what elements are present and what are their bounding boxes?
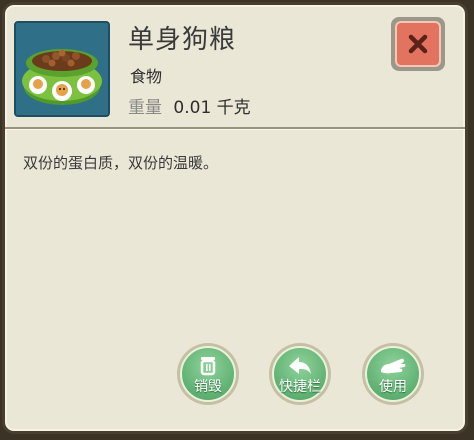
destroy-button[interactable]: 销毁: [177, 343, 239, 405]
use-button-label: 使用: [379, 379, 407, 395]
weight-label: 重量: [128, 98, 162, 118]
quickbar-button-face[interactable]: 快捷栏: [272, 346, 328, 402]
weight-value: 0.01 千克: [173, 98, 251, 118]
trash-icon: [200, 357, 216, 376]
arrow-left-icon: [289, 357, 311, 374]
use-button-face[interactable]: 使用: [365, 346, 421, 402]
item-thumbnail: [14, 21, 110, 117]
hand-icon: [381, 358, 406, 374]
item-name: 单身狗粮: [128, 25, 237, 55]
close-button-face[interactable]: [395, 21, 441, 67]
close-icon: [408, 34, 428, 54]
item-weight: 重量 0.01 千克: [128, 93, 251, 118]
item-description: 双份的蛋白质，双份的温暖。: [23, 154, 219, 172]
header-divider-highlight: [5, 129, 465, 130]
dog-food-bowl-icon: [16, 23, 108, 115]
destroy-button-face[interactable]: 销毁: [180, 346, 236, 402]
quickbar-button-label: 快捷栏: [279, 379, 321, 395]
item-detail-panel: 单身狗粮 食物 重量 0.01 千克 双份的蛋白质，双份的温暖。 销毁 快捷栏 …: [2, 2, 468, 434]
quickbar-button[interactable]: 快捷栏: [269, 343, 331, 405]
destroy-button-label: 销毁: [194, 379, 222, 395]
close-button[interactable]: [391, 17, 445, 71]
use-button[interactable]: 使用: [362, 343, 424, 405]
item-category: 食物: [130, 67, 163, 86]
